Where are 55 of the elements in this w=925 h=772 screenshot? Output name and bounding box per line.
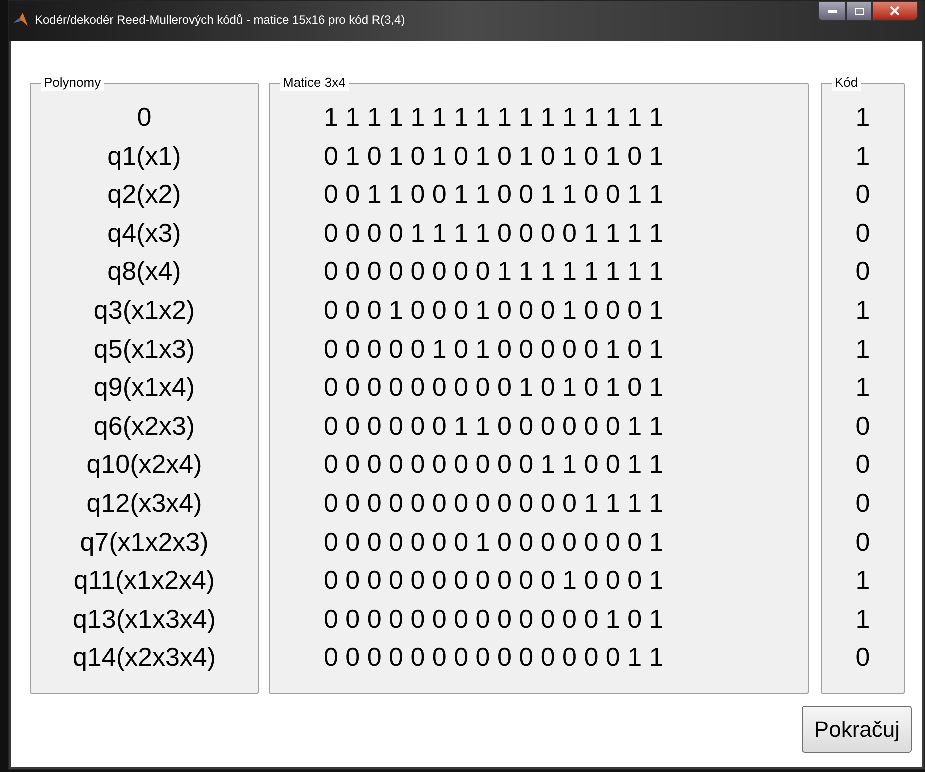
cell-text: 1 (856, 294, 870, 327)
maximize-button[interactable] (846, 1, 872, 21)
cell-text: 0 0 0 0 0 1 0 1 0 0 0 0 0 1 0 1 (324, 332, 664, 366)
cell-text: q2(x2) (108, 178, 182, 212)
cell-text: 1 (856, 101, 870, 134)
app-logo-icon (13, 12, 29, 28)
cell-text: q8(x4) (108, 255, 182, 288)
cell-text: 0 0 0 0 0 0 0 0 0 0 0 0 0 0 1 1 (324, 641, 664, 674)
cell-text: 0 (856, 486, 870, 520)
cell-text: 0 0 0 0 0 0 0 0 0 0 0 0 0 1 0 1 (324, 602, 664, 636)
cell-text: q6(x2x3) (94, 410, 196, 443)
cell-text: 0 0 0 0 0 0 0 0 0 1 0 1 0 1 0 1 (324, 371, 664, 404)
cell-text: 0 (856, 526, 870, 559)
cell-text: 0 (856, 255, 870, 288)
cell-text: 0 (856, 216, 870, 250)
cell-text: q7(x1x2x3) (80, 526, 209, 559)
cell-text: 1 (856, 371, 870, 404)
cell-text: q5(x1x3) (94, 332, 196, 366)
cell-text: 1 (856, 332, 870, 366)
cell-text: q13(x1x3x4) (72, 602, 216, 636)
cell-text: q10(x2x4) (86, 448, 202, 482)
cell-text: q14(x2x3x4) (72, 641, 216, 674)
continue-button[interactable]: Pokračuj (802, 706, 912, 753)
cell-text: 0 1 0 1 0 1 0 1 0 1 0 1 0 1 0 1 (324, 140, 664, 173)
cell-text: 0 (137, 101, 152, 134)
cell-text: 0 (856, 448, 870, 482)
cell-text: 1 (856, 602, 870, 636)
cell-text: 0 0 0 1 0 0 0 1 0 0 0 1 0 0 0 1 (324, 294, 664, 327)
cell-text: 0 0 0 0 0 0 0 0 0 0 1 1 0 0 1 1 (324, 448, 664, 482)
cell-text: 1 1 1 1 1 1 1 1 1 1 1 1 1 1 1 1 (324, 101, 664, 134)
cell-text: 0 0 0 0 0 0 0 1 0 0 0 0 0 0 0 1 (324, 526, 664, 559)
cell-text: q12(x3x4) (86, 486, 202, 520)
cell-text: q4(x3) (108, 216, 182, 250)
cell-text: q1(x1) (108, 140, 182, 173)
cell-text: q9(x1x4) (94, 371, 196, 404)
group-title: Matice 3x4 (280, 75, 349, 91)
cell-text: 1 (856, 140, 870, 173)
cell-text: 0 0 0 0 0 0 0 0 0 0 0 0 1 1 1 1 (324, 486, 664, 520)
cell-text: 0 0 0 0 0 0 0 0 1 1 1 1 1 1 1 1 (324, 255, 664, 288)
cell-text: q3(x1x2) (94, 294, 196, 327)
group-title: Polynomy (41, 75, 104, 91)
close-icon (890, 6, 900, 16)
close-button[interactable] (872, 1, 918, 21)
cell-text: 0 (856, 641, 870, 674)
window-title: Kodér/dekodér Reed-Mullerových kódů - matice 15x16 pro kód R(3,4) (35, 12, 406, 29)
cell-text: 0 0 0 0 1 1 1 1 0 0 0 0 1 1 1 1 (324, 216, 664, 250)
group-title: Kód (832, 75, 862, 91)
cell-text: 0 0 1 1 0 0 1 1 0 0 1 1 0 0 1 1 (324, 178, 664, 212)
cell-text: 0 (856, 410, 870, 443)
cell-text: 0 (856, 178, 870, 212)
cell-text: 0 0 0 0 0 0 1 1 0 0 0 0 0 0 1 1 (324, 410, 664, 443)
cell-text: 0 0 0 0 0 0 0 0 0 0 0 1 0 0 0 1 (324, 564, 664, 598)
cell-text: 1 (856, 564, 870, 598)
cell-text: q11(x1x2x4) (74, 564, 216, 598)
minimize-button[interactable] (818, 1, 846, 21)
